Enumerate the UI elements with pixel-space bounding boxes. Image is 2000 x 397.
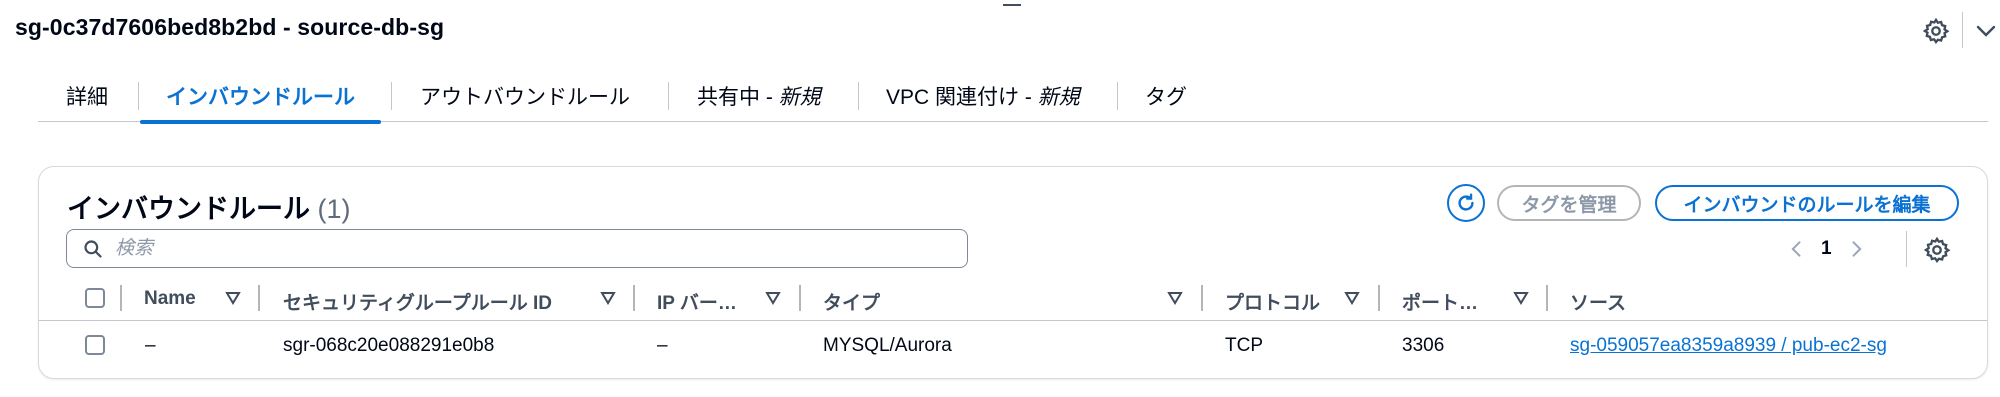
page-title: sg-0c37d7606bed8b2bd - source-db-sg bbox=[15, 14, 445, 40]
sort-caret-icon[interactable] bbox=[765, 291, 781, 305]
inbound-rules-panel: インバウンドルール (1) タグを管理 インバウンドのルールを編集 1 bbox=[38, 166, 1988, 379]
column-divider[interactable] bbox=[258, 285, 260, 311]
cell-port: 3306 bbox=[1402, 335, 1445, 356]
current-page[interactable]: 1 bbox=[1821, 238, 1832, 260]
row-checkbox[interactable] bbox=[85, 335, 105, 355]
tab-tags[interactable]: タグ bbox=[1145, 72, 1187, 122]
new-badge: 新規 bbox=[1037, 86, 1080, 109]
column-divider[interactable] bbox=[799, 285, 801, 311]
sort-caret-icon[interactable] bbox=[600, 291, 616, 305]
sort-caret-icon[interactable] bbox=[225, 291, 241, 305]
cell-protocol: TCP bbox=[1225, 335, 1263, 356]
cell-ip-version: – bbox=[657, 335, 668, 356]
search-input[interactable] bbox=[115, 237, 955, 260]
chevron-down-icon[interactable] bbox=[1973, 19, 1999, 43]
search-icon bbox=[84, 239, 102, 258]
tab-divider bbox=[858, 82, 859, 110]
column-divider[interactable] bbox=[1201, 285, 1203, 311]
sort-caret-icon[interactable] bbox=[1344, 291, 1360, 305]
section-title-text: インバウンドルール bbox=[67, 194, 310, 224]
column-header-protocol[interactable]: プロトコル bbox=[1225, 288, 1320, 315]
column-divider[interactable] bbox=[1546, 285, 1548, 311]
tab-label: タグ bbox=[1145, 86, 1187, 109]
pager-divider bbox=[1906, 231, 1907, 267]
table-row[interactable]: – sgr-068c20e088291e0b8 – MYSQL/Aurora T… bbox=[39, 322, 1987, 368]
column-header-rule-id[interactable]: セキュリティグループルール ID bbox=[283, 288, 552, 315]
column-header-type[interactable]: タイプ bbox=[823, 288, 880, 315]
tab-divider bbox=[668, 82, 669, 110]
sort-caret-icon[interactable] bbox=[1513, 291, 1529, 305]
cell-source-link[interactable]: sg-059057ea8359a8939 / pub-ec2-sg bbox=[1570, 335, 1887, 357]
tab-sharing[interactable]: 共有中 - 新規 bbox=[697, 72, 821, 122]
new-badge: 新規 bbox=[778, 86, 821, 109]
chevron-right-icon[interactable] bbox=[1846, 238, 1866, 260]
tab-label: インバウンドルール bbox=[166, 86, 355, 109]
tab-label: 共有中 - bbox=[697, 86, 779, 109]
table-header: Name セキュリティグループルール ID IP バー… タイプ プロトコル ポ… bbox=[39, 275, 1987, 321]
table-settings-gear-icon[interactable] bbox=[1923, 236, 1951, 264]
select-all-checkbox[interactable] bbox=[85, 288, 105, 308]
refresh-button[interactable] bbox=[1447, 184, 1485, 222]
rule-count: (1) bbox=[317, 194, 351, 224]
edit-inbound-rules-button[interactable]: インバウンドのルールを編集 bbox=[1655, 185, 1959, 221]
column-header-ip-version[interactable]: IP バー… bbox=[657, 288, 737, 315]
tab-vpc-associations[interactable]: VPC 関連付け - 新規 bbox=[886, 72, 1080, 122]
tab-label: アウトバウンドルール bbox=[420, 86, 630, 109]
tab-divider bbox=[1117, 82, 1118, 110]
tab-inbound-rules[interactable]: インバウンドルール bbox=[140, 72, 381, 124]
gear-icon[interactable] bbox=[1922, 17, 1950, 45]
tab-label: VPC 関連付け - bbox=[886, 86, 1038, 109]
column-header-port[interactable]: ポート… bbox=[1402, 288, 1478, 315]
tab-divider bbox=[391, 82, 392, 110]
pagination: 1 bbox=[1787, 233, 1866, 265]
manage-tags-button[interactable]: タグを管理 bbox=[1497, 185, 1641, 221]
cell-type: MYSQL/Aurora bbox=[823, 335, 952, 356]
chevron-left-icon[interactable] bbox=[1787, 238, 1807, 260]
cell-name: – bbox=[145, 335, 156, 356]
column-header-source[interactable]: ソース bbox=[1570, 288, 1626, 315]
drag-handle[interactable] bbox=[1003, 4, 1021, 6]
tab-details[interactable]: 詳細 bbox=[66, 72, 108, 122]
column-header-name[interactable]: Name bbox=[144, 288, 196, 310]
tab-bar: 詳細 インバウンドルール アウトバウンドルール 共有中 - 新規 VPC 関連付… bbox=[38, 72, 1988, 124]
search-field[interactable] bbox=[66, 229, 968, 268]
column-divider[interactable] bbox=[1378, 285, 1380, 311]
tab-divider bbox=[138, 82, 139, 110]
refresh-icon bbox=[1458, 193, 1474, 211]
sort-caret-icon[interactable] bbox=[1167, 291, 1183, 305]
cell-rule-id: sgr-068c20e088291e0b8 bbox=[283, 335, 495, 356]
page-root: sg-0c37d7606bed8b2bd - source-db-sg 詳細 イ… bbox=[0, 0, 2000, 397]
section-title: インバウンドルール (1) bbox=[67, 187, 351, 226]
tab-label: 詳細 bbox=[66, 86, 108, 109]
column-divider[interactable] bbox=[120, 285, 122, 311]
tab-outbound-rules[interactable]: アウトバウンドルール bbox=[420, 72, 630, 122]
column-divider[interactable] bbox=[633, 285, 635, 311]
header-divider bbox=[1962, 12, 1963, 48]
